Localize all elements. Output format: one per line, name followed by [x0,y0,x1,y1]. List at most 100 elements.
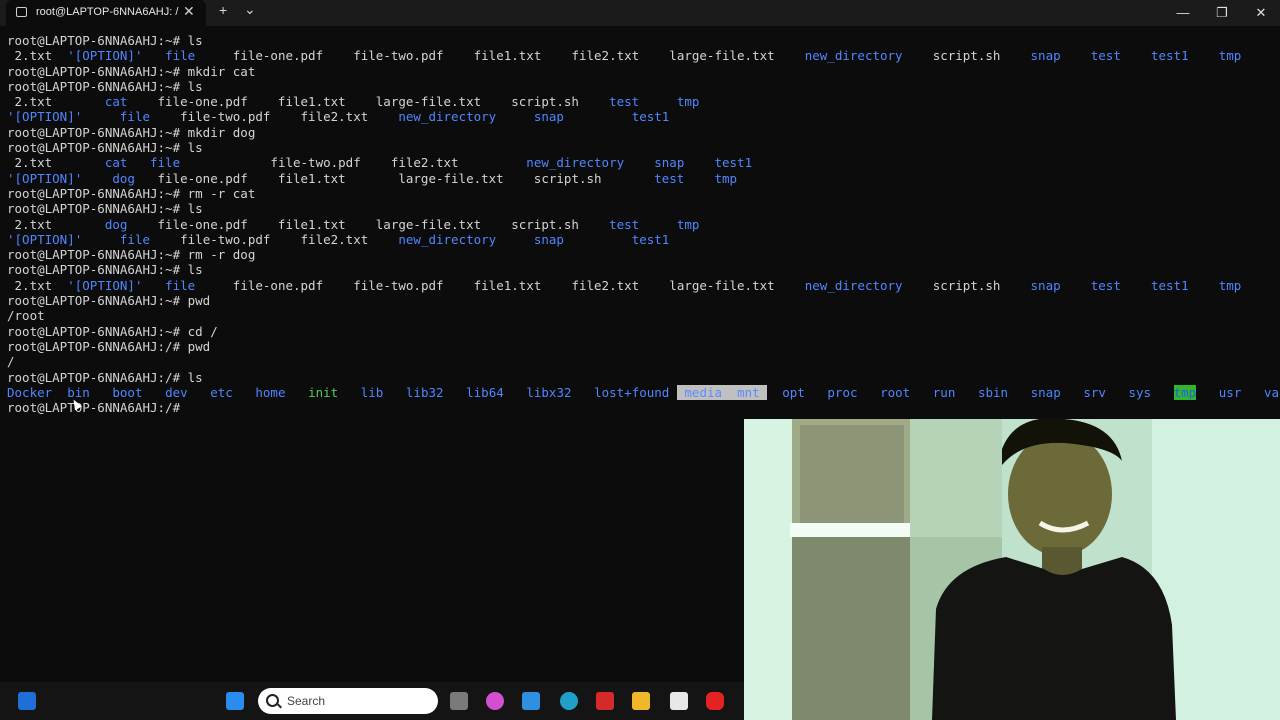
terminal-text: media mnt [676,384,768,400]
search-placeholder: Search [287,694,326,708]
terminal-text: usr [1218,384,1242,400]
terminal-text: file [119,231,151,247]
webcam-image [744,419,1280,720]
terminal-text: file [119,109,151,125]
terminal-text: new_directory [398,109,497,125]
terminal-text: '[OPTION]' [7,170,83,186]
mcafee-icon[interactable] [596,692,614,710]
terminal-text: new_directory [526,155,625,171]
terminal-text: '[OPTION]' [67,48,143,64]
terminal-text: snap [1030,48,1061,64]
terminal-line: 2.txt '[OPTION]' file file-one.pdf file-… [7,48,1277,63]
terminal-text: lib32 [405,384,444,400]
minimize-button[interactable]: — [1163,0,1203,26]
microsoft-store-icon[interactable] [670,692,688,710]
task-view-icon[interactable] [450,692,468,710]
terminal-text: libx32 [526,384,572,400]
terminal-text: file [165,277,196,293]
terminal-text: test1 [631,231,670,247]
terminal-text: 2.txt [7,216,105,232]
copilot-icon[interactable] [486,692,504,710]
terminal-line: / [7,354,1277,369]
terminal-text: 2.txt [7,48,68,64]
terminal-text: tmp [1218,277,1242,293]
terminal-tab[interactable]: root@LAPTOP-6NNA6AHJ: / ✕ [6,0,206,26]
terminal-line: 2.txt dog file-one.pdf file1.txt large-f… [7,217,1277,232]
terminal-text: root@LAPTOP-6NNA6AHJ:~# rm -r dog [7,247,256,263]
terminal-text: tmp [676,94,700,110]
tab-dropdown-icon[interactable]: ⌄ [244,1,256,18]
edge-icon[interactable] [560,692,578,710]
terminal-text: opt [782,384,805,400]
terminal-line: '[OPTION]' dog file-one.pdf file1.txt la… [7,171,1277,186]
windows-logo-icon[interactable] [226,692,244,710]
terminal-text: file-one.pdf file1.txt large-file.txt sc… [127,94,610,110]
terminal-text: file-one.pdf file1.txt large-file.txt sc… [134,170,655,186]
terminal-line: root@LAPTOP-6NNA6AHJ:~# ls [7,201,1277,216]
terminal-text: script.sh [902,277,1031,293]
terminal-line: root@LAPTOP-6NNA6AHJ:~# ls [7,33,1277,48]
terminal-text: test [654,170,685,186]
taskbar-search[interactable]: Search [258,688,438,714]
terminal-text: file-one.pdf file-two.pdf file1.txt file… [195,48,805,64]
windows-start-icon[interactable] [18,692,36,710]
terminal-text: dog [112,170,135,186]
terminal-text: dog [104,216,128,232]
terminal-text: root@LAPTOP-6NNA6AHJ:~# ls [7,201,203,217]
vscode-icon[interactable] [522,692,540,710]
terminal-text: root@LAPTOP-6NNA6AHJ:~# mkdir dog [7,124,256,140]
terminal-output[interactable]: root@LAPTOP-6NNA6AHJ:~# ls 2.txt '[OPTIO… [7,33,1280,415]
terminal-text: '[OPTION]' [67,277,143,293]
terminal-line: '[OPTION]' file file-two.pdf file2.txt n… [7,232,1277,247]
terminal-line: 2.txt '[OPTION]' file file-one.pdf file-… [7,278,1277,293]
new-tab-button[interactable]: + [219,2,227,18]
terminal-line: '[OPTION]' file file-two.pdf file2.txt n… [7,109,1277,124]
terminal-text: root@LAPTOP-6NNA6AHJ:~# rm -r cat [7,185,256,201]
terminal-text: root@LAPTOP-6NNA6AHJ:~# ls [7,140,203,156]
close-button[interactable]: ✕ [1241,0,1280,26]
terminal-text: snap [1030,384,1061,400]
terminal-text: root [880,384,911,400]
terminal-line: root@LAPTOP-6NNA6AHJ:~# cd / [7,324,1277,339]
file-explorer-icon[interactable] [632,692,650,710]
terminal-text: test [1090,48,1121,64]
terminal-line: root@LAPTOP-6NNA6AHJ:/# pwd [7,339,1277,354]
terminal-text: var [1263,384,1280,400]
terminal-text: snap [1030,277,1061,293]
maximize-button[interactable]: ❐ [1202,0,1242,26]
terminal-line: root@LAPTOP-6NNA6AHJ:~# mkdir dog [7,125,1277,140]
webcam-overlay [744,419,1280,720]
terminal-text: sbin [977,384,1009,400]
tab-close-icon[interactable]: ✕ [183,3,195,20]
terminal-text: init [308,384,339,400]
terminal-text: root@LAPTOP-6NNA6AHJ:/# pwd [7,338,211,354]
youtube-icon[interactable] [706,692,724,710]
